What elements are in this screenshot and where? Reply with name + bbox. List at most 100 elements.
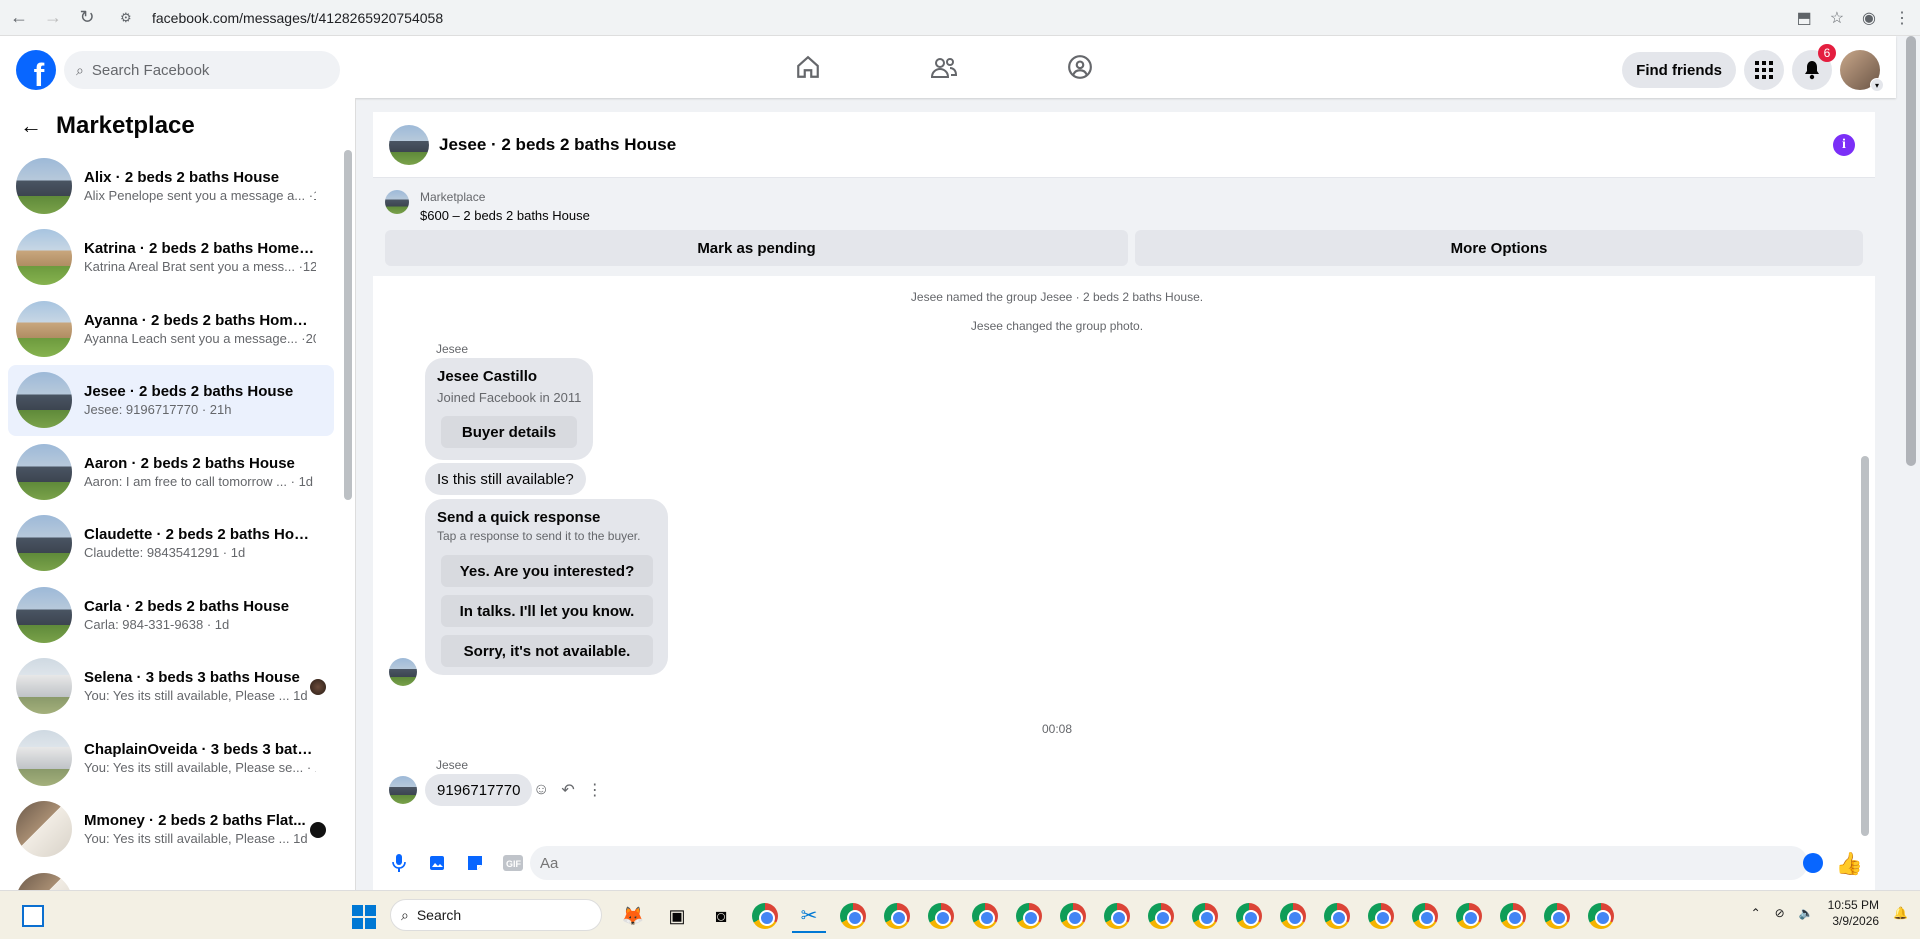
- gif-icon[interactable]: GIF: [503, 853, 523, 873]
- chat-thumbnail[interactable]: [389, 124, 429, 165]
- chevron-up-icon[interactable]: ⌃: [1751, 906, 1761, 920]
- conversation-item[interactable]: Alix · 2 beds 2 baths House Alix Penelope…: [8, 150, 334, 222]
- menu-dots-icon[interactable]: ⋮: [1894, 8, 1910, 28]
- taskbar-search[interactable]: ⌕ Search: [390, 899, 602, 931]
- chrome-profile-icon[interactable]: [1056, 899, 1090, 933]
- chrome-icon[interactable]: [748, 899, 782, 933]
- file-manager-icon[interactable]: ▣: [660, 899, 694, 933]
- buyer-details-button[interactable]: Buyer details: [441, 416, 577, 448]
- sender-avatar[interactable]: [389, 776, 417, 804]
- conversation-thumbnail: [16, 443, 72, 500]
- chrome-profile-icon[interactable]: [1452, 899, 1486, 933]
- chat-title[interactable]: Jesee · 2 beds 2 baths House: [439, 135, 676, 155]
- forward-arrow-icon[interactable]: →: [38, 3, 68, 33]
- account-avatar[interactable]: ▾: [1840, 50, 1884, 92]
- search-input[interactable]: ⌕ Search Facebook: [64, 51, 340, 89]
- chrome-profile-icon[interactable]: [880, 899, 914, 933]
- conversation-item[interactable]: Mmoney · 2 beds 2 baths Flat... You: Yes …: [8, 794, 334, 866]
- chrome-profile-icon[interactable]: [968, 899, 1002, 933]
- profile-icon[interactable]: ◉: [1862, 8, 1876, 28]
- groups-icon[interactable]: [1062, 52, 1098, 82]
- chrome-profile-icon[interactable]: [1320, 899, 1354, 933]
- back-arrow-icon[interactable]: ←: [4, 3, 34, 33]
- sidebar-scrollbar[interactable]: [344, 150, 352, 500]
- conversation-item[interactable]: Carla · 2 beds 2 baths House Carla: 984-3…: [8, 579, 334, 651]
- bookmark-star-icon[interactable]: ☆: [1830, 8, 1844, 28]
- message-thread: Jesee named the group Jesee · 2 beds 2 b…: [373, 276, 1875, 836]
- conversation-item[interactable]: Aaron · 2 beds 2 baths House Aaron: I am …: [8, 436, 334, 508]
- clock-date: 3/9/2026: [1832, 914, 1880, 928]
- address-bar[interactable]: ⚙ facebook.com/messages/t/41282659207540…: [120, 4, 1770, 32]
- chrome-profile-icon[interactable]: [1496, 899, 1530, 933]
- widgets-icon[interactable]: [22, 905, 44, 927]
- message-bubble[interactable]: 9196717770: [425, 774, 533, 806]
- video-call-icon[interactable]: ◙: [704, 899, 738, 933]
- speaker-icon[interactable]: 🔈: [1799, 906, 1814, 920]
- back-arrow-icon[interactable]: ←: [20, 113, 42, 139]
- chrome-profile-icon[interactable]: [1540, 899, 1574, 933]
- install-app-icon[interactable]: ⬒: [1797, 8, 1812, 28]
- conversation-item[interactable]: Hannah · 2 beds 2 baths Flat/ap...: [8, 865, 334, 890]
- system-tray: ⌃ ⊘ 🔈 10:55 PM 3/9/2026 🔔: [1751, 897, 1908, 929]
- network-icon[interactable]: ⊘: [1775, 906, 1785, 920]
- find-friends-button[interactable]: Find friends: [1622, 52, 1736, 88]
- conversation-item[interactable]: Claudette · 2 beds 2 baths House Claudett…: [8, 508, 334, 580]
- more-dots-icon[interactable]: ⋮: [587, 780, 603, 800]
- conversation-item[interactable]: ChaplainOveida · 3 beds 3 baths... You: Y…: [8, 722, 334, 794]
- friends-icon[interactable]: [926, 52, 962, 82]
- conversation-item[interactable]: Ayanna · 2 beds 2 baths Homes ... Ayanna …: [8, 293, 334, 365]
- conversation-item[interactable]: Jesee · 2 beds 2 baths House Jesee: 91967…: [8, 364, 334, 436]
- photo-icon[interactable]: [427, 853, 447, 873]
- chat-panel: Jesee · 2 beds 2 baths House i Marketpla…: [373, 112, 1875, 890]
- page-scrollbar[interactable]: [1906, 36, 1916, 466]
- chrome-profile-icon[interactable]: [1100, 899, 1134, 933]
- chrome-profile-icon[interactable]: [1276, 899, 1310, 933]
- message-input[interactable]: [530, 846, 1808, 880]
- message-bubble[interactable]: Is this still available?: [425, 463, 586, 495]
- reload-icon[interactable]: ↻: [72, 3, 102, 33]
- notification-badge: 6: [1818, 44, 1836, 62]
- thumbs-up-icon[interactable]: 👍: [1836, 851, 1863, 877]
- chrome-profile-icon[interactable]: [1012, 899, 1046, 933]
- sticker-icon[interactable]: [465, 853, 485, 873]
- conversation-item[interactable]: Selena · 3 beds 3 baths House You: Yes it…: [8, 651, 334, 723]
- site-info-icon[interactable]: ⚙: [120, 10, 140, 26]
- chrome-profile-icon[interactable]: [1144, 899, 1178, 933]
- chrome-profile-icon[interactable]: [1364, 899, 1398, 933]
- message-scrollbar[interactable]: [1861, 456, 1869, 836]
- notifications-bell-icon[interactable]: 6: [1792, 44, 1836, 90]
- chrome-profile-icon[interactable]: [1408, 899, 1442, 933]
- listing-thumbnail[interactable]: [385, 190, 409, 214]
- quick-reply-sorry-button[interactable]: Sorry, it's not available.: [441, 635, 653, 667]
- emoji-icon[interactable]: [1803, 853, 1823, 873]
- quick-reply-talks-button[interactable]: In talks. I'll let you know.: [441, 595, 653, 627]
- snipping-tool-icon[interactable]: ✂: [792, 899, 826, 933]
- microphone-icon[interactable]: [389, 853, 409, 873]
- facebook-logo[interactable]: f: [16, 50, 56, 90]
- notification-bell-icon[interactable]: 🔔: [1893, 906, 1908, 920]
- mark-pending-button[interactable]: Mark as pending: [385, 230, 1128, 266]
- conversation-item[interactable]: Katrina · 2 beds 2 baths Homes f... Katri…: [8, 222, 334, 294]
- info-icon[interactable]: i: [1833, 134, 1855, 156]
- chrome-logo: [1368, 903, 1394, 929]
- conversation-name: Selena · 3 beds 3 baths House: [84, 669, 300, 687]
- more-options-button[interactable]: More Options: [1135, 230, 1863, 266]
- chrome-profile-icon[interactable]: [836, 899, 870, 933]
- menu-grid-icon[interactable]: [1744, 50, 1784, 90]
- chrome-profile-icon[interactable]: [924, 899, 958, 933]
- chrome-logo: [928, 903, 954, 929]
- reply-icon[interactable]: ↶: [561, 780, 574, 800]
- chrome-logo: [1016, 903, 1042, 929]
- taskbar-clock[interactable]: 10:55 PM 3/9/2026: [1828, 897, 1879, 929]
- quick-reply-yes-button[interactable]: Yes. Are you interested?: [441, 555, 653, 587]
- file-explorer-icon[interactable]: 🦊: [616, 899, 650, 933]
- chrome-profile-icon[interactable]: [1188, 899, 1222, 933]
- windows-start-icon[interactable]: [352, 905, 376, 929]
- chevron-down-icon: ▾: [1870, 78, 1884, 92]
- listing-price[interactable]: $600 – 2 beds 2 baths House: [420, 208, 590, 223]
- chrome-profile-icon[interactable]: [1584, 899, 1618, 933]
- chrome-profile-icon[interactable]: [1232, 899, 1266, 933]
- home-icon[interactable]: [790, 52, 826, 82]
- react-emoji-icon[interactable]: ☺: [533, 781, 549, 799]
- sender-avatar[interactable]: [389, 658, 417, 686]
